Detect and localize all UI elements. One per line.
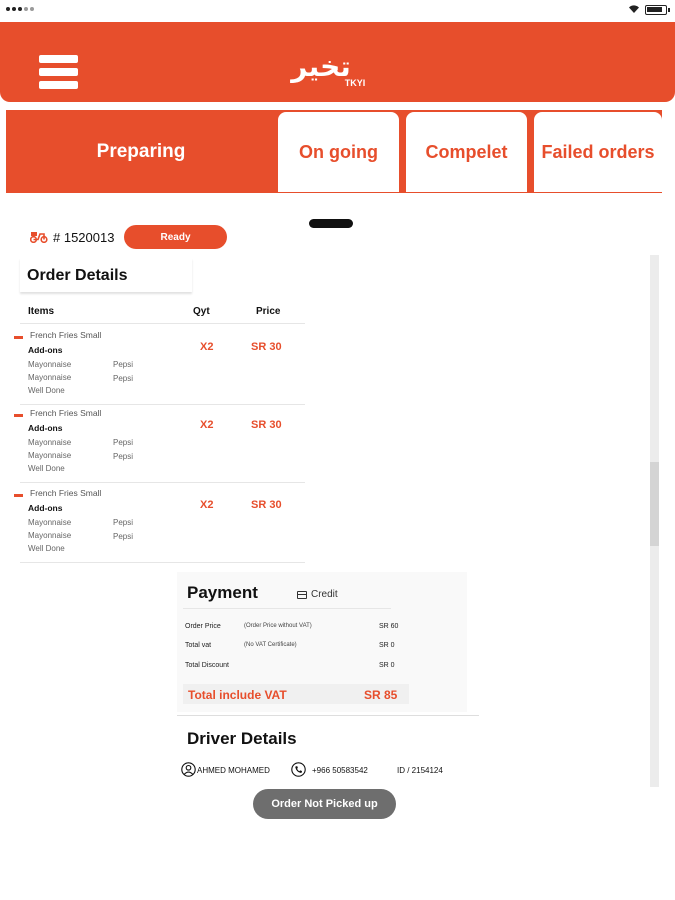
status-badge: Ready: [124, 225, 227, 249]
addon: Pepsi: [113, 518, 134, 527]
remove-item-icon[interactable]: [14, 336, 23, 339]
driver-details-title: Driver Details: [187, 729, 297, 748]
wifi-icon: [629, 5, 639, 13]
column-header-qty: Qyt: [193, 306, 210, 317]
item-qty: X2: [200, 499, 214, 511]
order-number: # 1520013: [53, 230, 115, 245]
order-price-label: Order Price: [185, 623, 221, 630]
app-logo: تخير TKYI: [289, 50, 366, 88]
status-bar: [0, 0, 675, 20]
divider: [20, 323, 305, 324]
addon: Well Done: [28, 464, 65, 473]
total-vat-label: Total vat: [185, 642, 212, 649]
total-vat-value: SR 0: [379, 642, 395, 649]
addons-label: Add-ons: [28, 503, 63, 513]
addon: Well Done: [28, 544, 65, 553]
scrollbar-thumb[interactable]: [650, 462, 659, 546]
item-price: SR 30: [251, 499, 282, 511]
addons-label: Add-ons: [28, 423, 63, 433]
order-price-value: SR 60: [379, 623, 399, 630]
signal-icon: [6, 7, 34, 11]
addon: Mayonnaise: [28, 531, 72, 540]
payment-method: Credit: [311, 589, 338, 600]
tab-label: Compelet: [425, 141, 508, 162]
order-not-picked-up-button[interactable]: Order Not Picked up: [253, 789, 396, 819]
total-value: SR 85: [364, 688, 398, 702]
order-item: French Fries Small Add-ons Mayonnaise Pe…: [14, 325, 305, 405]
scooter-icon: [30, 232, 48, 243]
addon: Mayonnaise: [28, 360, 72, 369]
remove-item-icon[interactable]: [14, 494, 23, 497]
app-header: تخير TKYI: [0, 22, 675, 102]
tab-label: Failed orders: [541, 141, 655, 162]
addon: Pepsi: [113, 438, 134, 447]
battery-icon: [645, 5, 670, 15]
addon: Mayonnaise: [28, 451, 72, 460]
driver-id: ID / 2154124: [397, 766, 443, 775]
credit-card-icon: [297, 591, 307, 599]
order-details-title: Order Details: [27, 267, 128, 284]
total-vat-note: (No VAT Certificate): [244, 642, 297, 648]
order-item: French Fries Small Add-ons Mayonnaise Pe…: [14, 483, 305, 563]
addon: Pepsi: [113, 360, 134, 369]
logo-text: تخير: [289, 50, 351, 83]
total-discount-label: Total Discount: [185, 662, 229, 669]
item-qty: X2: [200, 341, 214, 353]
remove-item-icon[interactable]: [14, 414, 23, 417]
addon: Pepsi: [113, 452, 134, 461]
order-item: French Fries Small Add-ons Mayonnaise Pe…: [14, 403, 305, 483]
item-price: SR 30: [251, 419, 282, 431]
addon: Well Done: [28, 386, 65, 395]
addon: Mayonnaise: [28, 373, 72, 382]
payment-title: Payment: [187, 583, 258, 602]
tab-label: On going: [299, 141, 378, 162]
tab-on-going[interactable]: On going: [278, 112, 399, 192]
total-label: Total include VAT: [188, 688, 287, 702]
hamburger-menu-icon[interactable]: [39, 55, 78, 91]
divider: [177, 715, 479, 716]
item-name: French Fries Small: [30, 408, 102, 418]
phone-icon[interactable]: [291, 762, 306, 777]
item-price: SR 30: [251, 341, 282, 353]
item-qty: X2: [200, 419, 214, 431]
addon: Mayonnaise: [28, 518, 72, 527]
user-icon: [181, 762, 196, 777]
addon: Mayonnaise: [28, 438, 72, 447]
tab-complete[interactable]: Compelet: [406, 112, 527, 192]
drag-handle[interactable]: [309, 219, 353, 228]
driver-name: AHMED MOHAMED: [197, 766, 270, 775]
column-header-price: Price: [256, 306, 281, 317]
item-name: French Fries Small: [30, 488, 102, 498]
addons-label: Add-ons: [28, 345, 63, 355]
tab-preparing[interactable]: Preparing: [6, 110, 276, 193]
total-discount-value: SR 0: [379, 662, 395, 669]
logo-sub-text: TKYI: [345, 78, 366, 88]
column-header-items: Items: [28, 306, 55, 317]
order-price-note: (Order Price without VAT): [244, 623, 312, 629]
addon: Pepsi: [113, 532, 134, 541]
driver-phone[interactable]: +966 50583542: [312, 766, 368, 775]
item-name: French Fries Small: [30, 330, 102, 340]
tab-label: Preparing: [96, 140, 186, 162]
addon: Pepsi: [113, 374, 134, 383]
tab-failed-orders[interactable]: Failed orders: [534, 112, 662, 192]
divider: [183, 608, 391, 609]
